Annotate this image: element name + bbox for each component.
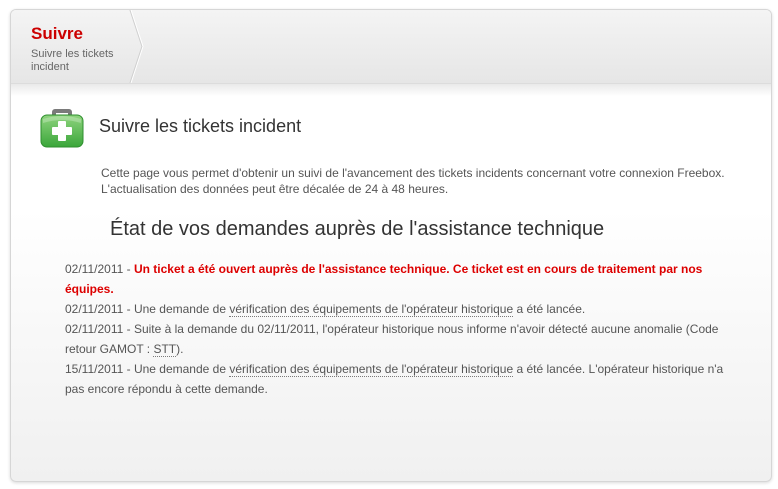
equipment-check-link[interactable]: vérification des équipements de l'opérat… [229,302,514,317]
page-title: Suivre les tickets incident [99,116,302,136]
entry-date: 02/11/2011 [65,262,124,276]
equipment-check-link[interactable]: vérification des équipements de l'opérat… [229,362,514,377]
entry-text: ). [176,342,184,356]
history-entry: 02/11/2011 - Suite à la demande du 02/11… [65,319,745,359]
entry-date: 15/11/2011 [65,362,124,376]
main-panel: Suivre Suivre les tickets incident Suivr… [10,9,772,482]
breadcrumb-subtitle: Suivre les tickets incident [31,48,114,73]
breadcrumb-title: Suivre [31,24,83,43]
breadcrumb-item-suivre[interactable]: Suivre Suivre les tickets incident [11,10,143,83]
ticket-history: 02/11/2011 - Un ticket a été ouvert aupr… [65,259,745,399]
intro-text: Cette page vous permet d'obtenir un suiv… [101,165,761,197]
entry-text: - Une demande de [123,302,230,316]
section-title: État de vos demandes auprès de l'assista… [110,218,605,240]
breadcrumb-arrow-icon [129,10,144,83]
history-entry: 02/11/2011 - Un ticket a été ouvert aupr… [65,259,745,299]
entry-text: a été lancée. [513,302,586,316]
entry-separator: - [123,262,134,276]
first-aid-kit-icon [40,109,84,148]
history-entry: 02/11/2011 - Une demande de vérification… [65,299,745,319]
entry-date: 02/11/2011 [65,302,124,316]
entry-alert-text: Un ticket a été ouvert auprès de l'assis… [65,262,703,296]
gamot-code-abbr[interactable]: STT [153,342,177,357]
content-top-shade [11,84,771,96]
intro-line-2: L'actualisation des données peut être dé… [101,182,449,196]
breadcrumb: Suivre Suivre les tickets incident [11,10,771,84]
intro-line-1: Cette page vous permet d'obtenir un suiv… [101,166,725,180]
history-entry: 15/11/2011 - Une demande de vérification… [65,359,745,399]
entry-date: 02/11/2011 [65,322,124,336]
entry-text: - Une demande de [123,362,230,376]
